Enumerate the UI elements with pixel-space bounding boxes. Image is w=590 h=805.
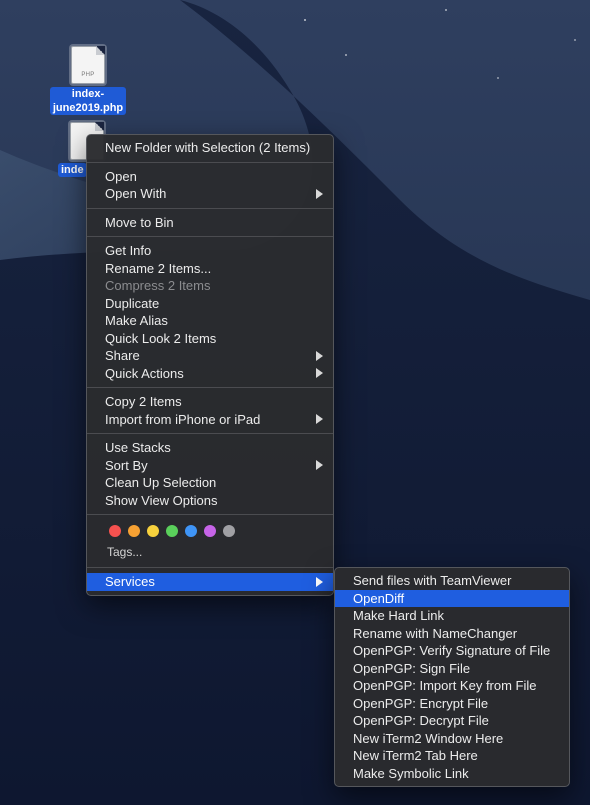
- menu-separator: [87, 207, 333, 209]
- menu-item-copy-2-items[interactable]: Copy 2 Items: [87, 393, 333, 411]
- menu-item-clean-up-selection[interactable]: Clean Up Selection: [87, 474, 333, 492]
- service-item-opendiff[interactable]: OpenDiff: [335, 589, 569, 607]
- submenu-arrow-icon: [316, 188, 323, 199]
- menu-item-make-alias[interactable]: Make Alias: [87, 312, 333, 330]
- service-item-rename-with-namechanger[interactable]: Rename with NameChanger: [335, 625, 569, 643]
- service-item-openpgp-verify-signature-of-file[interactable]: OpenPGP: Verify Signature of File: [335, 642, 569, 660]
- file-name-label: inde: [58, 163, 87, 177]
- service-item-openpgp-decrypt-file[interactable]: OpenPGP: Decrypt File: [335, 712, 569, 730]
- file-name-label: index- june2019.php: [49, 87, 127, 115]
- tag-blue-dot[interactable]: [185, 525, 197, 537]
- menu-item-quick-look-2-items[interactable]: Quick Look 2 Items: [87, 330, 333, 348]
- submenu-arrow-icon: [316, 368, 323, 379]
- menu-item-share[interactable]: Share: [87, 347, 333, 365]
- tag-gray-dot[interactable]: [223, 525, 235, 537]
- context-menu: New Folder with Selection (2 Items) Open O…: [86, 134, 334, 596]
- services-submenu: Send files with TeamViewer OpenDiff Make H…: [334, 567, 570, 787]
- menu-item-get-info[interactable]: Get Info: [87, 242, 333, 260]
- menu-item-services[interactable]: Services: [87, 573, 333, 591]
- tag-yellow-dot[interactable]: [147, 525, 159, 537]
- menu-separator: [87, 567, 333, 568]
- tag-green-dot[interactable]: [166, 525, 178, 537]
- submenu-arrow-icon: [316, 460, 323, 471]
- menu-item-sort-by[interactable]: Sort By: [87, 457, 333, 475]
- menu-separator: [87, 387, 333, 388]
- service-item-openpgp-import-key-from-file[interactable]: OpenPGP: Import Key from File: [335, 677, 569, 695]
- menu-item-import-from-iphone-or-ipad[interactable]: Import from iPhone or iPad: [87, 411, 333, 429]
- service-item-make-symbolic-link[interactable]: Make Symbolic Link: [335, 765, 569, 783]
- menu-item-show-view-options[interactable]: Show View Options: [87, 492, 333, 510]
- php-file-icon: PHP: [71, 46, 105, 84]
- submenu-arrow-icon: [316, 350, 323, 361]
- menu-separator: [87, 161, 333, 163]
- service-item-send-files-with-teamviewer[interactable]: Send files with TeamViewer: [335, 572, 569, 590]
- service-item-new-iterm2-window-here[interactable]: New iTerm2 Window Here: [335, 730, 569, 748]
- menu-separator: [87, 433, 333, 434]
- menu-item-tags[interactable]: Tags...: [87, 542, 333, 562]
- desktop-file-php[interactable]: PHP index- june2019.php: [46, 46, 130, 116]
- menu-item-new-folder-with-selection-2-items[interactable]: New Folder with Selection (2 Items): [87, 139, 333, 157]
- menu-separator: [87, 514, 333, 515]
- service-item-openpgp-sign-file[interactable]: OpenPGP: Sign File: [335, 660, 569, 678]
- menu-item-duplicate[interactable]: Duplicate: [87, 295, 333, 313]
- service-item-new-iterm2-tab-here[interactable]: New iTerm2 Tab Here: [335, 747, 569, 765]
- tag-purple-dot[interactable]: [204, 525, 216, 537]
- submenu-arrow-icon: [316, 576, 323, 587]
- tag-red-dot[interactable]: [109, 525, 121, 537]
- menu-item-open[interactable]: Open: [87, 168, 333, 186]
- tag-colors-row: [87, 520, 333, 542]
- menu-item-move-to-bin[interactable]: Move to Bin: [87, 214, 333, 232]
- menu-item-use-stacks[interactable]: Use Stacks: [87, 439, 333, 457]
- tag-orange-dot[interactable]: [128, 525, 140, 537]
- submenu-arrow-icon: [316, 414, 323, 425]
- menu-item-quick-actions[interactable]: Quick Actions: [87, 365, 333, 383]
- menu-item-open-with[interactable]: Open With: [87, 185, 333, 203]
- menu-item-rename-2-items[interactable]: Rename 2 Items...: [87, 260, 333, 278]
- menu-separator: [87, 236, 333, 237]
- service-item-make-hard-link[interactable]: Make Hard Link: [335, 607, 569, 625]
- service-item-openpgp-encrypt-file[interactable]: OpenPGP: Encrypt File: [335, 695, 569, 713]
- menu-item-compress-2-items: Compress 2 Items: [105, 278, 211, 293]
